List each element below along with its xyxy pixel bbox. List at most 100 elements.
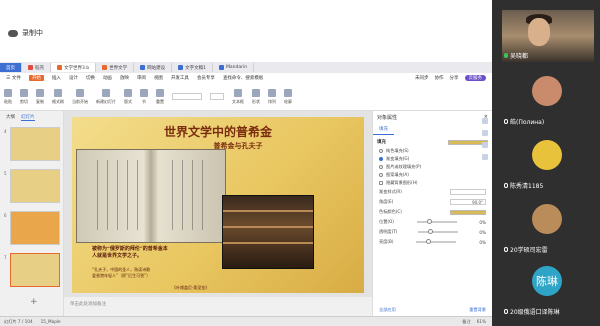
tool-label: 形状 <box>252 98 260 104</box>
add-slide-button[interactable]: + <box>30 297 38 307</box>
tab-label: 文学世界3.b <box>64 65 90 71</box>
notes-toggle[interactable]: 备注 <box>462 319 470 325</box>
participant-tile[interactable]: 20学硕司宏雷 <box>496 196 596 258</box>
participant-tile[interactable]: 陈秀清1185 <box>496 132 596 194</box>
apply-all-button[interactable]: 全部应用 <box>379 307 396 313</box>
tab-slides[interactable]: 幻灯片 <box>21 114 35 121</box>
notes-pane[interactable]: 单击此处添加备注 <box>64 297 372 316</box>
fill-option[interactable]: 纯色填充(S) <box>373 147 492 155</box>
slide-canvas[interactable]: 世界文学中的普希金 普希金与孔夫子 被称为“俄罗斯的拜伦”的普希金本 人就是世界… <box>72 117 364 293</box>
share-button[interactable]: 分享 <box>450 75 459 81</box>
textbox-button[interactable]: 文本框 <box>232 88 244 105</box>
menu-start[interactable]: 开始 <box>28 75 44 81</box>
cloud-service-button[interactable]: 云服务 <box>464 75 486 81</box>
option-label: 图片或纹理填充(P) <box>386 164 422 169</box>
section-button[interactable]: 节 <box>140 88 148 105</box>
tab-document[interactable]: 文字文稿1 <box>172 63 214 72</box>
slide-thumbnail-selected[interactable] <box>10 253 60 287</box>
participant-name: 20级俄语口译陈琳 <box>504 307 560 316</box>
copy-button[interactable]: 复制 <box>36 88 44 105</box>
tool-label: 版式 <box>124 98 132 104</box>
slider-knob[interactable] <box>428 229 434 234</box>
play-current-button[interactable]: 当前开始 <box>72 88 88 105</box>
text-column <box>137 160 138 230</box>
slide-thumbnail[interactable] <box>10 127 60 161</box>
recording-indicator[interactable]: 录制中 <box>8 28 43 38</box>
arrange-button[interactable]: 排列 <box>268 88 276 105</box>
tool-label: 剪切 <box>20 98 28 104</box>
tab-outline[interactable]: 大纲 <box>6 114 15 121</box>
tab-label: 文字文稿1 <box>185 65 207 71</box>
menu-item[interactable]: 视图 <box>154 75 163 81</box>
tab-docer[interactable]: 稻壳 <box>22 63 51 72</box>
properties-icon[interactable] <box>482 118 488 124</box>
stop-color-row[interactable]: 色标颜色(C) <box>373 207 492 217</box>
participant-name-text: 20学硕司宏雷 <box>510 247 548 254</box>
stop-color-swatch[interactable] <box>450 209 486 215</box>
menu-item[interactable]: 设计 <box>69 75 78 81</box>
recording-label: 录制中 <box>22 29 43 37</box>
tab-document[interactable]: 世界文学 <box>96 63 135 72</box>
slider-knob[interactable] <box>426 219 432 224</box>
transparency-row[interactable]: 透明度(T) 0% <box>373 227 492 237</box>
font-size-select[interactable] <box>210 93 224 100</box>
slide-thumbnail[interactable] <box>10 211 60 245</box>
collab-button[interactable]: 协作 <box>435 75 444 81</box>
tab-document[interactable]: Mandarin <box>213 63 255 72</box>
menu-item[interactable]: 切换 <box>86 75 95 81</box>
angle-row[interactable]: 角度(E) 90.0° <box>373 197 492 207</box>
cut-button[interactable]: 剪切 <box>20 88 28 105</box>
menu-item[interactable]: 动画 <box>103 75 112 81</box>
search-command[interactable]: 查找命令、搜索模板 <box>223 75 264 81</box>
format-painter-button[interactable]: 格式刷 <box>52 88 64 105</box>
design-icon[interactable] <box>482 142 488 148</box>
side-tool-strip <box>482 118 490 160</box>
angle-input[interactable]: 90.0° <box>450 199 486 205</box>
animation-icon[interactable] <box>482 130 488 136</box>
settings-icon[interactable] <box>482 154 488 160</box>
cloud-icon <box>8 29 18 37</box>
fill-option[interactable]: 图案填充(A) <box>373 171 492 179</box>
gradient-style-select[interactable] <box>450 189 486 195</box>
font-family-select[interactable] <box>172 93 202 100</box>
slide-number: 4 <box>4 129 7 134</box>
position-slider[interactable] <box>416 219 457 224</box>
shelf <box>223 242 313 244</box>
slide-thumbnail[interactable] <box>10 169 60 203</box>
layout-button[interactable]: 版式 <box>124 88 132 105</box>
menu-item[interactable]: 插入 <box>52 75 61 81</box>
fill-option[interactable]: 图片或纹理填充(P) <box>373 163 492 171</box>
fill-option-selected[interactable]: 渐变填充(G) <box>373 155 492 163</box>
menu-item[interactable]: 审阅 <box>137 75 146 81</box>
participant-tile[interactable]: 皓(Полина) <box>496 68 596 130</box>
outline-button[interactable]: 轮廓 <box>284 88 292 105</box>
sync-status[interactable]: 未同步 <box>415 75 429 81</box>
tab-home[interactable]: 首页 <box>0 63 22 72</box>
tab-document-active[interactable]: 文学世界3.b <box>51 63 97 72</box>
participant-tile[interactable]: 吴晓都 <box>496 2 596 64</box>
menu-item[interactable]: 会员专享 <box>197 75 215 81</box>
tool-label: 轮廓 <box>284 98 292 104</box>
tab-document[interactable]: 网站建设 <box>134 63 173 72</box>
reset-background-button[interactable]: 重置背景 <box>469 307 486 313</box>
transparency-slider[interactable] <box>418 229 459 234</box>
slider-knob[interactable] <box>426 239 432 244</box>
brightness-row[interactable]: 亮度(B) 0% <box>373 237 492 247</box>
zoom-level[interactable]: 61% <box>477 319 486 324</box>
gradient-style-row[interactable]: 渐变样式(R) <box>373 187 492 197</box>
shape-button[interactable]: 形状 <box>252 88 260 105</box>
menu-item[interactable]: 放映 <box>120 75 129 81</box>
file-menu[interactable]: 三 文件 <box>6 75 21 81</box>
menu-item[interactable]: 开发工具 <box>171 75 189 81</box>
tab-fill[interactable]: 填充 <box>373 124 394 135</box>
hide-background-checkbox[interactable]: 隐藏背景图形(H) <box>373 179 492 187</box>
participant-tile[interactable]: 陈琳 20级俄语口译陈琳 <box>496 258 596 320</box>
position-row[interactable]: 位置(O) 0% <box>373 217 492 227</box>
reset-button[interactable]: 重置 <box>156 88 164 105</box>
status-bar: 幻灯片 7 / 104 15_Maple 备注 61% <box>0 316 492 326</box>
new-slide-button[interactable]: 新建幻灯片 <box>96 88 116 105</box>
fill-section[interactable]: 填充 <box>373 135 492 147</box>
paste-button[interactable]: 粘贴 <box>4 88 12 105</box>
brightness-slider[interactable] <box>416 239 457 244</box>
text-column <box>127 160 128 230</box>
